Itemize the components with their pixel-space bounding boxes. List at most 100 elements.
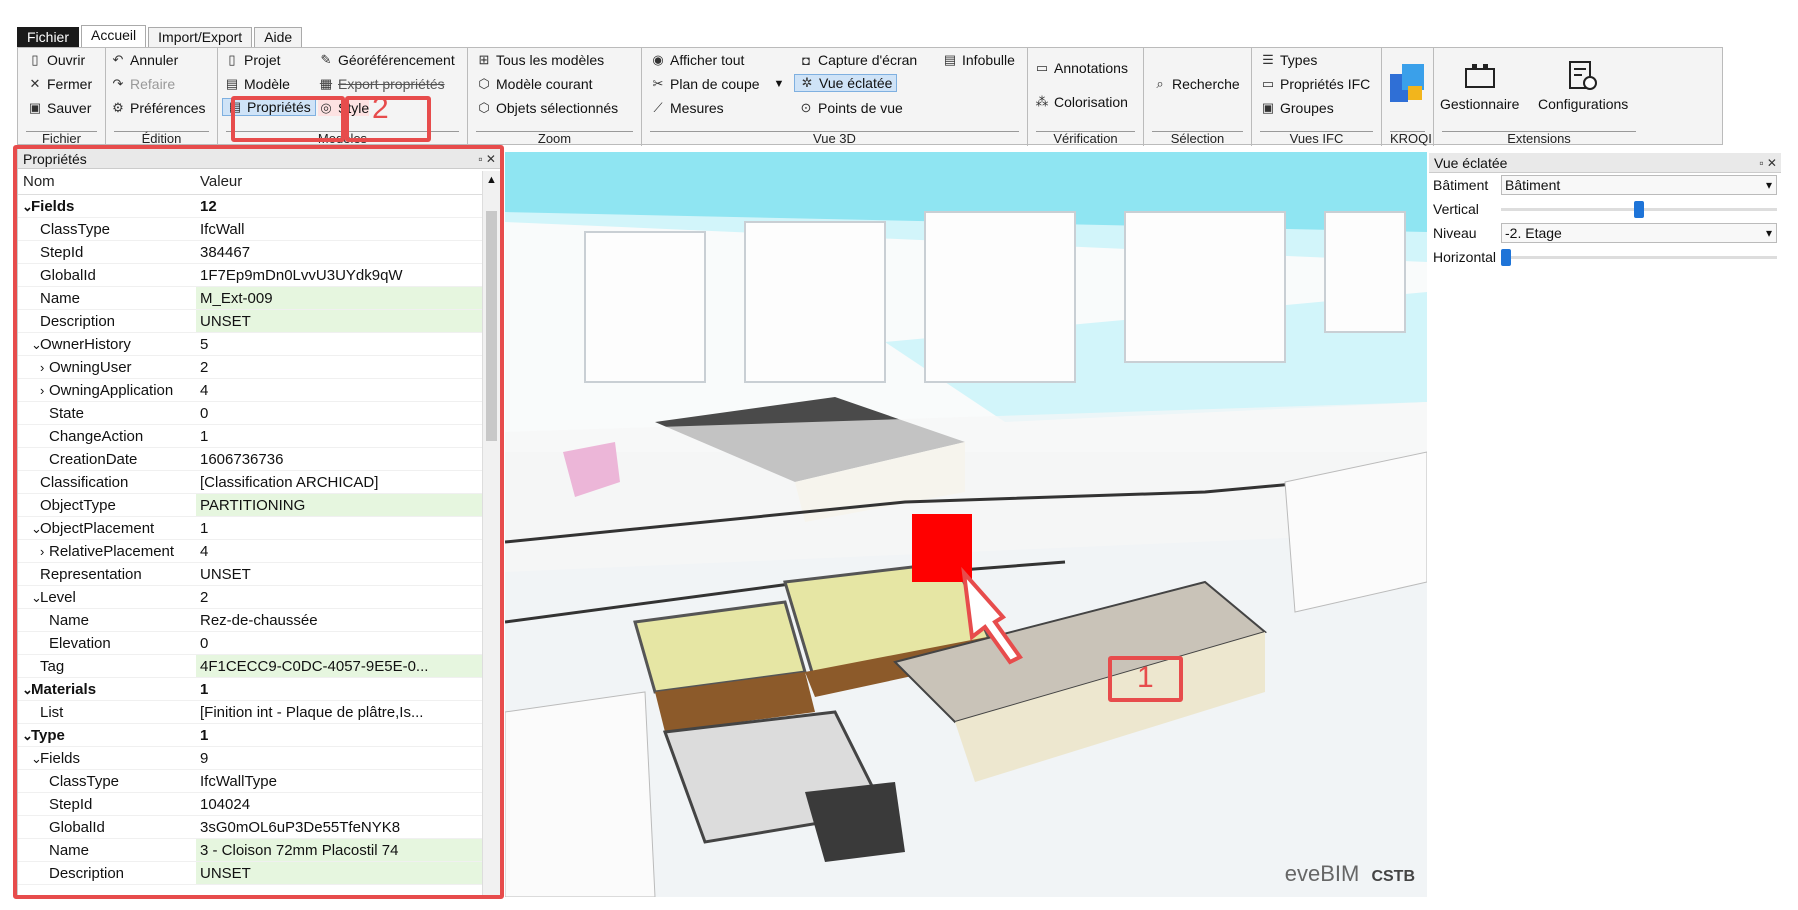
plan-de-coupe-button[interactable]: ✂ Plan de coupe ▼ [650, 76, 785, 92]
horizontal-slider[interactable] [1501, 247, 1777, 267]
property-row[interactable]: StepId 384467 [18, 241, 482, 264]
points-de-vue-button[interactable]: ⊙ Points de vue [798, 100, 903, 116]
panel-float-close-icon[interactable]: ▫ ✕ [1759, 153, 1777, 173]
property-row[interactable]: Name M_Ext-009 [18, 287, 482, 310]
property-row[interactable]: StepId 104024 [18, 793, 482, 816]
panel-float-close-icon[interactable]: ▫ ✕ [478, 149, 496, 169]
property-row[interactable]: ⌄Level 2 [18, 586, 482, 609]
property-row[interactable]: List [Finition int - Plaque de plâtre,Is.… [18, 701, 482, 724]
sauver-button[interactable]: ▣ Sauver [27, 100, 92, 116]
property-row[interactable]: State 0 [18, 402, 482, 425]
property-row[interactable]: Classification [Classification ARCHICAD] [18, 471, 482, 494]
collapse-chevron-icon[interactable]: ⌄ [31, 517, 42, 539]
property-value[interactable]: 3 - Cloison 72mm Placostil 74 [196, 839, 482, 861]
modele-courant-button[interactable]: ⬡ Modèle courant [476, 76, 592, 92]
collapse-chevron-icon[interactable]: ⌄ [31, 586, 42, 608]
property-row[interactable]: ⌄Fields 9 [18, 747, 482, 770]
types-button[interactable]: ☰ Types [1260, 52, 1317, 68]
collapse-chevron-icon[interactable]: ⌄ [22, 678, 33, 700]
proprietes-button[interactable]: ▤ Propriétés [222, 98, 316, 116]
refaire-button[interactable]: ↷ Refaire [110, 76, 176, 92]
chevron-down-icon[interactable]: ▼ [774, 78, 785, 90]
preferences-button[interactable]: ⚙ Préférences [110, 100, 205, 116]
gestionnaire-button[interactable]: Gestionnaire [1440, 56, 1519, 112]
properties-scrollbar[interactable]: ▲ [482, 171, 500, 895]
property-row[interactable]: ⌄Type 1 [18, 724, 482, 747]
export-proprietes-button[interactable]: ▦ Export propriétés [318, 76, 445, 92]
property-value[interactable]: PARTITIONING [196, 494, 482, 516]
property-row[interactable]: › RelativePlacement 4 [18, 540, 482, 563]
colorisation-button[interactable]: ⁂ Colorisation [1034, 94, 1128, 110]
groupes-button[interactable]: ▣ Groupes [1260, 100, 1334, 116]
property-row[interactable]: CreationDate 1606736736 [18, 448, 482, 471]
mesures-button[interactable]: ⟋ Mesures [650, 100, 723, 116]
expand-chevron-icon[interactable]: › [40, 379, 49, 401]
measure-icon: ⟋ [653, 100, 663, 115]
menu-fichier[interactable]: Fichier [17, 27, 80, 47]
projet-button[interactable]: ▯ Projet [224, 52, 280, 68]
property-row[interactable]: GlobalId 3sG0mOL6uP3De55TfeNYK8 [18, 816, 482, 839]
expand-chevron-icon[interactable]: › [40, 356, 49, 378]
header-name[interactable]: Nom [18, 169, 196, 194]
proprietes-ifc-button[interactable]: ▭ Propriétés IFC [1260, 76, 1370, 92]
style-button[interactable]: ◎ Style [318, 100, 370, 116]
fermer-button[interactable]: ✕ Fermer [27, 76, 93, 92]
recherche-button[interactable]: ⌕ Recherche [1152, 76, 1239, 92]
property-row[interactable]: GlobalId 1F7Ep9mDn0LvvU3UYdk9qW [18, 264, 482, 287]
property-row[interactable]: › OwningUser 2 [18, 356, 482, 379]
property-row[interactable]: Description UNSET [18, 310, 482, 333]
scroll-thumb[interactable] [486, 211, 497, 441]
capture-ecran-button[interactable]: ◘ Capture d'écran [798, 52, 917, 68]
vertical-slider[interactable] [1501, 199, 1777, 219]
menu-aide[interactable]: Aide [254, 27, 303, 47]
property-row[interactable]: ObjectType PARTITIONING [18, 494, 482, 517]
expand-chevron-icon[interactable]: › [40, 540, 49, 562]
property-value[interactable]: M_Ext-009 [196, 287, 482, 309]
property-row[interactable]: Description UNSET [18, 862, 482, 885]
infobulle-button[interactable]: ▤ Infobulle [942, 52, 1015, 68]
property-value[interactable]: 4F1CECC9-C0DC-4057-9E5E-0... [196, 655, 482, 677]
property-row[interactable]: ⌄Materials 1 [18, 678, 482, 701]
group-vue3d: ◉ Afficher tout ✂ Plan de coupe ▼ ⟋ Mesures … [642, 48, 1028, 146]
vue-eclatee-button[interactable]: ✲ Vue éclatée [794, 74, 898, 92]
afficher-tout-button[interactable]: ◉ Afficher tout [650, 52, 744, 68]
annuler-button[interactable]: ↶ Annuler [110, 52, 179, 68]
property-row[interactable]: Name Rez-de-chaussée [18, 609, 482, 632]
property-value[interactable]: UNSET [196, 310, 482, 332]
georeferencement-button[interactable]: ✎ Géoréférencement [318, 52, 455, 68]
niveau-select[interactable]: -2. Etage [1501, 223, 1777, 243]
collapse-chevron-icon[interactable]: ⌄ [31, 747, 42, 769]
property-row[interactable]: Tag 4F1CECC9-C0DC-4057-9E5E-0... [18, 655, 482, 678]
property-row[interactable]: ⌄OwnerHistory 5 [18, 333, 482, 356]
property-row[interactable]: ⌄ObjectPlacement 1 [18, 517, 482, 540]
property-row[interactable]: ChangeAction 1 [18, 425, 482, 448]
menu-import-export[interactable]: Import/Export [148, 27, 253, 47]
property-value[interactable]: UNSET [196, 862, 482, 884]
selection-cube-icon: ⬡ [478, 100, 490, 115]
ouvrir-button[interactable]: ▯ Ouvrir [27, 52, 85, 68]
collapse-chevron-icon[interactable]: ⌄ [31, 333, 42, 355]
property-row[interactable]: ClassType IfcWallType [18, 770, 482, 793]
property-row[interactable]: ⌄Fields 12 [18, 195, 482, 218]
property-row[interactable]: Elevation 0 [18, 632, 482, 655]
property-row[interactable]: Representation UNSET [18, 563, 482, 586]
configurations-button[interactable]: Configurations [1538, 56, 1628, 112]
scroll-up-icon[interactable]: ▲ [483, 171, 500, 189]
3d-viewport[interactable]: 1 eveBIM CSTB [505, 152, 1427, 897]
horizontal-slider-handle[interactable] [1501, 249, 1511, 266]
vertical-slider-handle[interactable] [1634, 201, 1644, 218]
property-row[interactable]: ClassType IfcWall [18, 218, 482, 241]
property-row[interactable]: › OwningApplication 4 [18, 379, 482, 402]
menu-accueil[interactable]: Accueil [81, 25, 147, 47]
annotations-button[interactable]: ▭ Annotations [1034, 60, 1128, 76]
objets-selectionnes-button[interactable]: ⬡ Objets sélectionnés [476, 100, 618, 116]
collapse-chevron-icon[interactable]: ⌄ [22, 195, 33, 217]
modele-button[interactable]: ▤ Modèle [224, 76, 290, 92]
tous-modeles-button[interactable]: ⊞ Tous les modèles [476, 52, 605, 68]
header-value[interactable]: Valeur [196, 169, 482, 194]
batiment-select[interactable]: Bâtiment [1501, 175, 1777, 195]
kroqi-button[interactable] [1388, 62, 1428, 102]
property-row[interactable]: Name 3 - Cloison 72mm Placostil 74 [18, 839, 482, 862]
collapse-chevron-icon[interactable]: ⌄ [22, 724, 33, 746]
exploded-view-title: Vue éclatée ▫ ✕ [1429, 153, 1781, 173]
